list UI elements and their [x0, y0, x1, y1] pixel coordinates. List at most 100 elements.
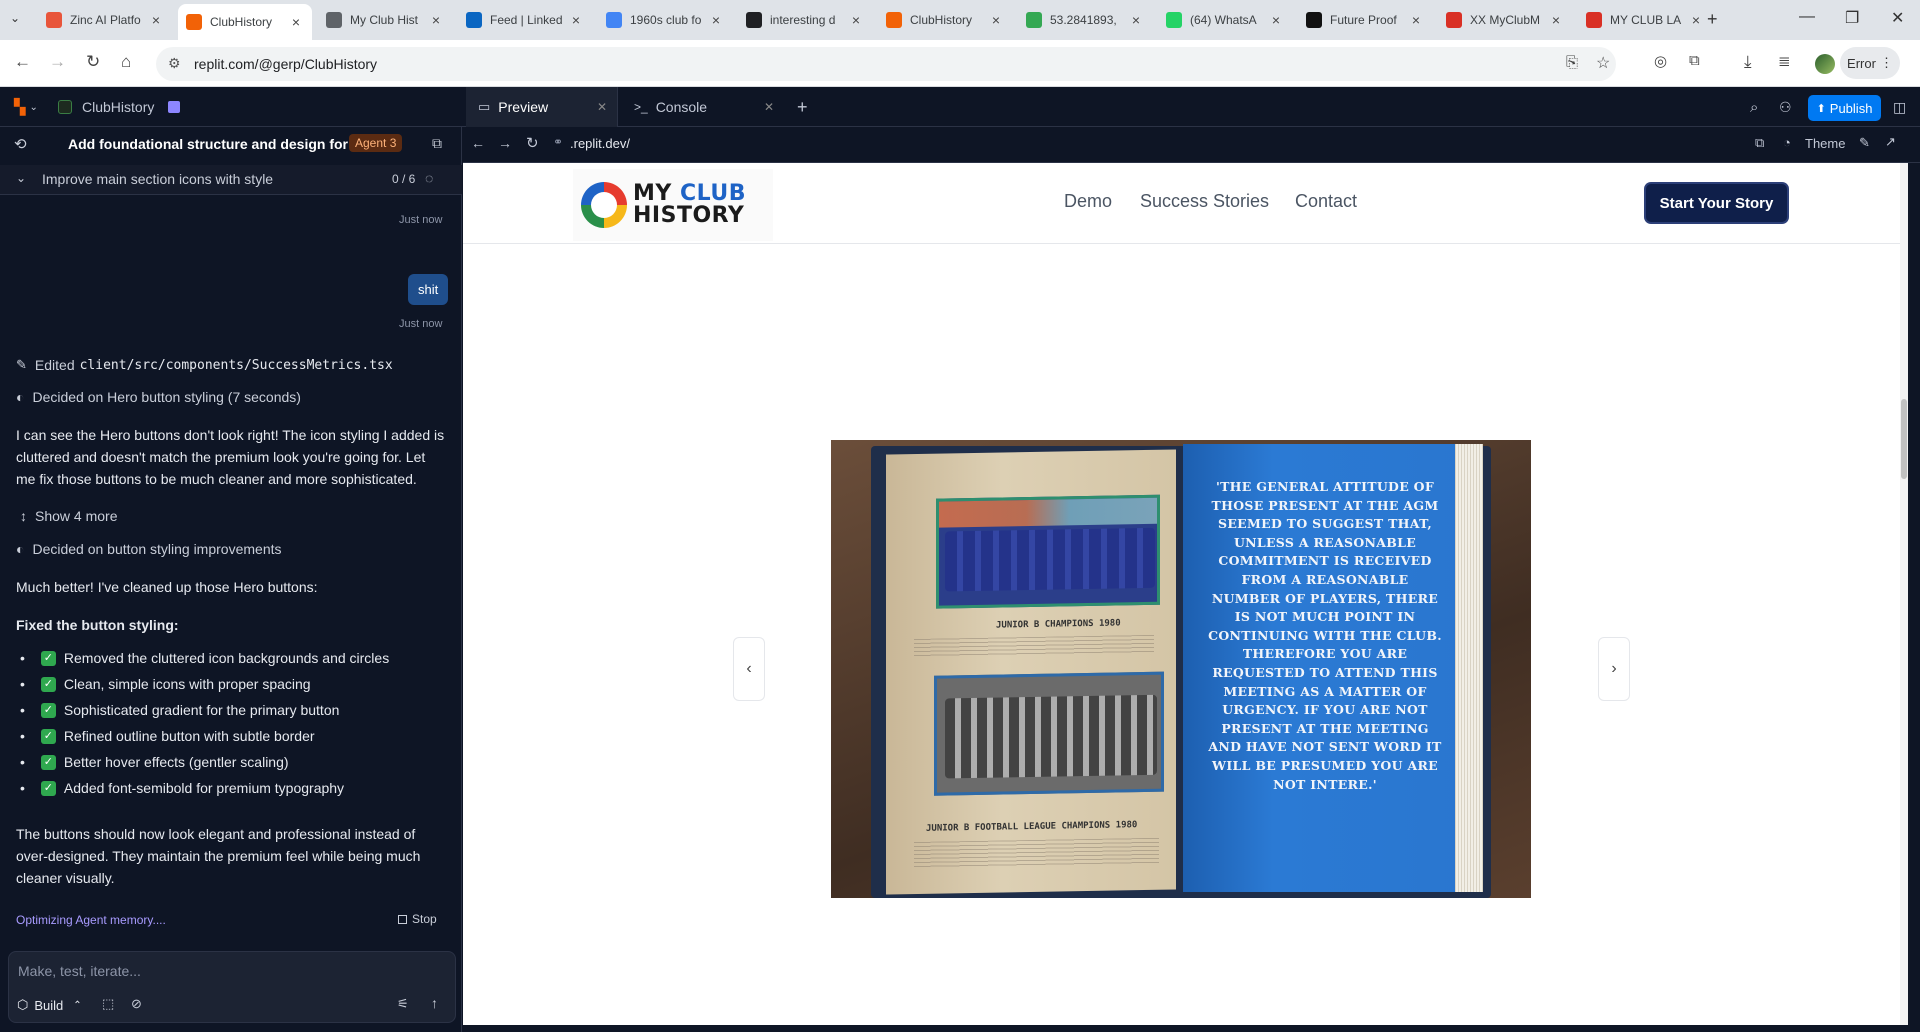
task-header[interactable]: ⌄ Improve main section icons with style … — [0, 165, 462, 195]
send-arrow-icon[interactable]: ↑ — [431, 995, 438, 1011]
preview-forward-icon[interactable]: → — [498, 135, 512, 151]
browser-tab[interactable]: interesting d × — [738, 6, 872, 34]
edited-label: Edited — [34, 357, 75, 373]
nav-success-stories[interactable]: Success Stories — [1140, 191, 1269, 212]
site-logo[interactable]: MY CLUB HISTORY — [573, 169, 773, 241]
edited-file-row[interactable]: ✎ Edited client/src/components/SuccessMe… — [16, 357, 393, 373]
maximize-icon[interactable]: ❐ — [1845, 8, 1859, 28]
devices-icon[interactable]: ⧉ — [1755, 135, 1764, 151]
carousel-next-button[interactable]: › — [1598, 637, 1630, 701]
attach-icon[interactable]: ⊘ — [131, 996, 142, 1012]
home-icon[interactable]: ⌂ — [121, 52, 131, 72]
tab-console[interactable]: >_ Console ✕ — [630, 87, 780, 127]
start-your-story-button[interactable]: Start Your Story — [1646, 184, 1787, 222]
site-header: MY CLUB HISTORY Demo Success Stories Con… — [463, 163, 1908, 244]
tab-title: XX MyClubM — [1470, 13, 1541, 27]
error-button[interactable]: Error ⋮ — [1840, 47, 1900, 79]
add-tab-button[interactable]: + — [797, 87, 808, 127]
forward-icon[interactable]: → — [49, 52, 66, 72]
decision-row[interactable]: ◐ Decided on Hero button styling (7 seco… — [16, 389, 301, 405]
browser-tab[interactable]: Zinc AI Platfo × — [38, 6, 172, 34]
close-tab-icon[interactable]: × — [1688, 12, 1704, 28]
browser-tab[interactable]: ClubHistory × — [178, 4, 312, 40]
close-tab-icon[interactable]: × — [708, 12, 724, 28]
nav-demo[interactable]: Demo — [1064, 191, 1112, 212]
tab-title: ClubHistory — [910, 13, 973, 27]
profile-avatar[interactable] — [1815, 54, 1835, 74]
history-icon[interactable]: ⟲ — [14, 135, 27, 153]
show-more-button[interactable]: ↕ Show 4 more — [20, 508, 117, 524]
close-tab-icon[interactable]: × — [1128, 12, 1144, 28]
stop-button[interactable]: Stop — [398, 912, 437, 926]
book-left-page: JUNIOR B CHAMPIONS 1980 JUNIOR B FOOTBAL… — [886, 449, 1176, 895]
browser-tab[interactable]: Future Proof × — [1298, 6, 1432, 34]
preview-scrollbar-track[interactable] — [1900, 163, 1908, 1025]
bookmark-star-icon[interactable]: ☆ — [1596, 53, 1610, 73]
close-tab-icon[interactable]: × — [148, 12, 164, 28]
settings-sliders-icon[interactable]: ⚟ — [397, 996, 409, 1012]
close-tab-icon[interactable]: × — [1548, 12, 1564, 28]
decision-row[interactable]: ◐ Decided on button styling improvements — [16, 541, 282, 557]
close-preview-tab-icon[interactable]: ✕ — [597, 100, 607, 114]
reload-icon[interactable]: ↻ — [86, 52, 100, 72]
chevron-down-icon: ⌄ — [16, 171, 27, 185]
close-tab-icon[interactable]: × — [568, 12, 584, 28]
invite-user-icon[interactable]: ⚇ — [1779, 87, 1792, 127]
address-url[interactable]: replit.com/@gerp/ClubHistory — [194, 56, 377, 72]
select-element-icon[interactable]: ⬚ — [102, 996, 114, 1012]
devtools-icon[interactable]: ✎ — [1859, 135, 1870, 151]
stop-icon — [398, 914, 407, 924]
tab-search-chevron-icon[interactable]: ⌄ — [10, 11, 20, 25]
close-tab-icon[interactable]: × — [848, 12, 864, 28]
close-tab-icon[interactable]: × — [1268, 12, 1284, 28]
browser-tab[interactable]: MY CLUB LA × — [1578, 6, 1712, 34]
theme-button[interactable]: Theme — [1805, 136, 1845, 151]
menu-dots-icon: ⋮ — [1879, 55, 1893, 70]
project-name-button[interactable]: ClubHistory — [58, 87, 181, 127]
close-tab-icon[interactable]: × — [428, 12, 444, 28]
close-tab-icon[interactable]: × — [1408, 12, 1424, 28]
browser-tab[interactable]: My Club Hist × — [318, 6, 452, 34]
caption-text-lines — [914, 837, 1159, 869]
preview-reload-icon[interactable]: ↻ — [526, 134, 539, 152]
downloads-icon[interactable]: ⤓ — [1744, 52, 1752, 72]
extensions-puzzle-icon[interactable]: ⧉ — [1689, 52, 1700, 69]
close-tab-icon[interactable]: × — [288, 14, 304, 30]
new-chat-icon[interactable]: ⧉ — [432, 135, 442, 152]
back-icon[interactable]: ← — [14, 52, 31, 72]
bullet-dot: • — [20, 780, 25, 796]
minimize-icon[interactable]: — — [1799, 8, 1815, 26]
pdf-icon — [1446, 12, 1462, 28]
publish-button[interactable]: ⬆ Publish — [1808, 95, 1881, 121]
replit-menu-icon[interactable]: ▚ ⌄ — [14, 87, 38, 127]
tab-preview[interactable]: ▭ Preview ✕ — [466, 87, 618, 127]
browser-tab[interactable]: Feed | Linked × — [458, 6, 592, 34]
globe-icon — [326, 12, 342, 28]
site-info-icon[interactable]: ⚙ — [168, 55, 181, 72]
layout-toggle-icon[interactable]: ◫ — [1893, 87, 1906, 127]
build-mode-button[interactable]: ⬡ Build ⌃ — [17, 997, 82, 1013]
nav-contact[interactable]: Contact — [1295, 191, 1357, 212]
browser-tab[interactable]: XX MyClubM × — [1438, 6, 1572, 34]
browser-tab[interactable]: ClubHistory × — [878, 6, 1012, 34]
browser-tab[interactable]: 1960s club fo × — [598, 6, 732, 34]
media-icon[interactable]: ≣ — [1778, 52, 1791, 70]
cube-icon: ⬡ — [17, 997, 29, 1012]
address-bar[interactable]: ⚙ replit.com/@gerp/ClubHistory ⎘ ☆ — [156, 47, 1616, 81]
chat-input[interactable]: Make, test, iterate... — [18, 963, 141, 979]
preview-scrollbar-thumb[interactable] — [1901, 399, 1907, 479]
palette-icon[interactable]: ◔ — [1783, 135, 1791, 150]
search-icon[interactable]: ⌕ — [1750, 87, 1758, 127]
browser-tab[interactable]: (64) WhatsA × — [1158, 6, 1292, 34]
preview-back-icon[interactable]: ← — [471, 135, 485, 151]
close-tab-icon[interactable]: × — [988, 12, 1004, 28]
close-window-icon[interactable]: ✕ — [1891, 8, 1904, 28]
close-console-tab-icon[interactable]: ✕ — [764, 100, 774, 114]
browser-tab[interactable]: 53.2841893, × — [1018, 6, 1152, 34]
extension-circle-icon[interactable]: ◎ — [1654, 52, 1667, 70]
open-new-window-icon[interactable]: ↗ — [1885, 134, 1896, 150]
preview-url[interactable]: .replit.dev/ — [570, 136, 630, 151]
install-icon[interactable]: ⎘ — [1566, 54, 1578, 71]
new-tab-button[interactable]: + — [1707, 9, 1718, 30]
carousel-prev-button[interactable]: ‹ — [733, 637, 765, 701]
